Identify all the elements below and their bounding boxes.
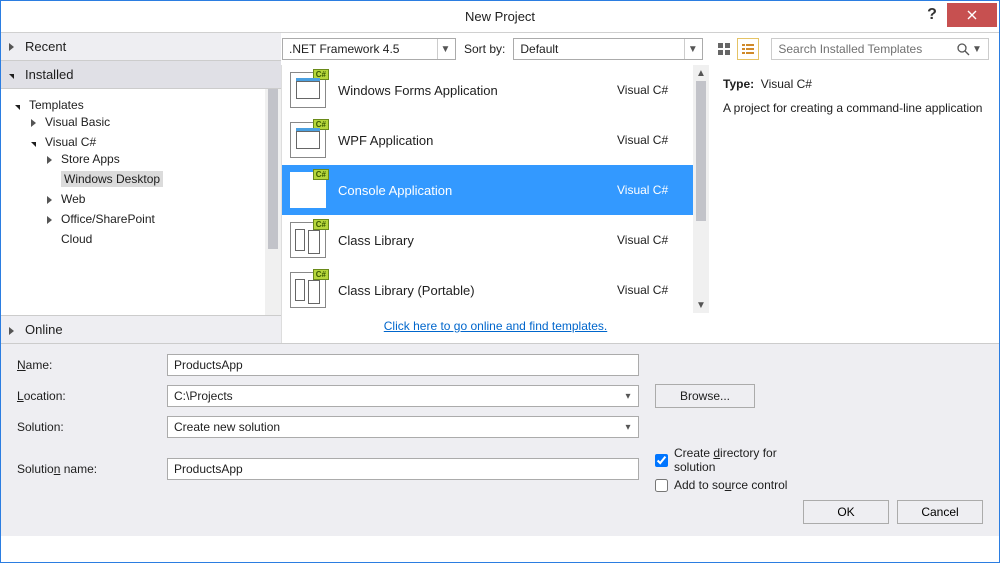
search-input[interactable] [776, 41, 956, 57]
tree-node-store-apps[interactable]: Store Apps [61, 149, 281, 169]
chevron-down-icon: ▼ [437, 39, 453, 59]
chevron-down-icon[interactable]: ▼ [970, 44, 984, 55]
form-icon: C# [290, 122, 326, 158]
chevron-right-icon [47, 213, 52, 227]
template-lang: Visual C# [617, 283, 697, 297]
tree-node-templates[interactable]: Templates Visual Basic Visual C# [29, 95, 281, 255]
template-name: Windows Forms Application [338, 83, 605, 98]
lib-icon: C# [290, 222, 326, 258]
search-box[interactable]: ▼ [771, 38, 989, 60]
sidebar-recent-label: Recent [25, 39, 66, 54]
chevron-down-icon[interactable]: ▾ [620, 386, 636, 406]
sidebar-section-recent[interactable]: Recent [1, 33, 281, 61]
template-item[interactable]: C# Class Library Visual C# [282, 215, 709, 265]
create-directory-checkbox[interactable]: Create directory for solution [655, 446, 805, 474]
chevron-down-icon [9, 67, 19, 77]
sidebar-section-online[interactable]: Online [1, 315, 281, 343]
template-lang: Visual C# [617, 133, 697, 147]
search-icon [956, 42, 970, 56]
tree-node-visual-basic[interactable]: Visual Basic [45, 112, 281, 132]
view-grid-button[interactable] [713, 38, 735, 60]
template-name: Class Library (Portable) [338, 283, 605, 298]
online-templates-link-row: Click here to go online and find templat… [282, 311, 709, 343]
chevron-right-icon [47, 193, 52, 207]
framework-value: .NET Framework 4.5 [289, 42, 399, 56]
chevron-down-icon [31, 136, 36, 150]
template-item[interactable]: C# Windows Forms Application Visual C# [282, 65, 709, 115]
chevron-down-icon[interactable]: ▾ [620, 417, 636, 437]
solution-name-field[interactable]: ProductsApp [167, 458, 639, 480]
form-icon: C# [290, 72, 326, 108]
view-list-button[interactable] [737, 38, 759, 60]
template-lang: Visual C# [617, 183, 697, 197]
tree-node-cloud[interactable]: Cloud [61, 229, 281, 249]
lib-icon: C# [290, 272, 326, 308]
location-label: Location: [17, 389, 167, 403]
source-control-checkbox[interactable]: Add to source control [655, 478, 805, 492]
template-item[interactable]: C#C:\ Console Application Visual C# [282, 165, 709, 215]
console-icon: C#C:\ [290, 172, 326, 208]
window-title: New Project [1, 9, 999, 24]
online-templates-link[interactable]: Click here to go online and find templat… [384, 319, 607, 333]
template-lang: Visual C# [617, 83, 697, 97]
type-value: Visual C# [761, 77, 812, 91]
template-list: C# Windows Forms Application Visual C# C# WP… [282, 65, 709, 311]
list-icon [741, 42, 755, 56]
scroll-up-icon[interactable]: ▲ [693, 65, 709, 81]
sort-combo[interactable]: Default ▼ [513, 38, 703, 60]
ok-button[interactable]: OK [803, 500, 889, 524]
titlebar: New Project ? [1, 1, 999, 33]
template-name: Console Application [338, 183, 605, 198]
list-scrollbar[interactable]: ▲ ▼ [693, 65, 709, 313]
solution-label: Solution: [17, 420, 167, 434]
sort-by-label: Sort by: [464, 42, 505, 56]
browse-button[interactable]: Browse... [655, 384, 755, 408]
cancel-button[interactable]: Cancel [897, 500, 983, 524]
sidebar-online-label: Online [25, 322, 63, 337]
sidebar-section-installed[interactable]: Installed [1, 61, 281, 89]
template-item[interactable]: C# Class Library (Portable) Visual C# [282, 265, 709, 311]
tree-node-visual-csharp[interactable]: Visual C# Store Apps Windows Desktop [45, 132, 281, 252]
description-panel: Type: Visual C# A project for creating a… [709, 65, 999, 343]
template-name: Class Library [338, 233, 605, 248]
solution-combo[interactable]: Create new solution ▾ [167, 416, 639, 438]
framework-combo[interactable]: .NET Framework 4.5 ▼ [282, 38, 456, 60]
description-text: A project for creating a command-line ap… [723, 99, 985, 117]
type-label: Type: [723, 77, 754, 91]
name-field[interactable]: ProductsApp [167, 354, 639, 376]
close-icon [967, 10, 977, 20]
chevron-right-icon [31, 116, 36, 130]
solution-name-label: Solution name: [17, 462, 167, 476]
main-area: Recent Installed Templates Visual Basic [1, 33, 999, 343]
location-field[interactable]: C:\Projects ▾ [167, 385, 639, 407]
tree-scrollbar[interactable] [265, 89, 281, 315]
template-list-panel: C# Windows Forms Application Visual C# C# WP… [282, 65, 709, 343]
scroll-down-icon[interactable]: ▼ [693, 297, 709, 313]
close-button[interactable] [947, 3, 997, 27]
sort-value: Default [520, 42, 558, 56]
name-label: Name: [17, 358, 167, 372]
tree-node-windows-desktop[interactable]: Windows Desktop [61, 169, 281, 189]
chevron-down-icon: ▼ [684, 39, 700, 59]
chevron-right-icon [9, 39, 19, 49]
sidebar-installed-label: Installed [25, 67, 73, 82]
tree-node-web[interactable]: Web [61, 189, 281, 209]
template-name: WPF Application [338, 133, 605, 148]
template-lang: Visual C# [617, 233, 697, 247]
templates-tree: Templates Visual Basic Visual C# [1, 89, 281, 315]
chevron-right-icon [47, 153, 52, 167]
chevron-right-icon [9, 323, 14, 338]
grid-icon [717, 42, 731, 56]
bottom-form: Name: ProductsApp Location: C:\Projects … [1, 343, 999, 536]
help-button[interactable]: ? [917, 3, 947, 27]
chevron-down-icon [15, 99, 20, 113]
template-item[interactable]: C# WPF Application Visual C# [282, 115, 709, 165]
tree-node-office-sharepoint[interactable]: Office/SharePoint [61, 209, 281, 229]
